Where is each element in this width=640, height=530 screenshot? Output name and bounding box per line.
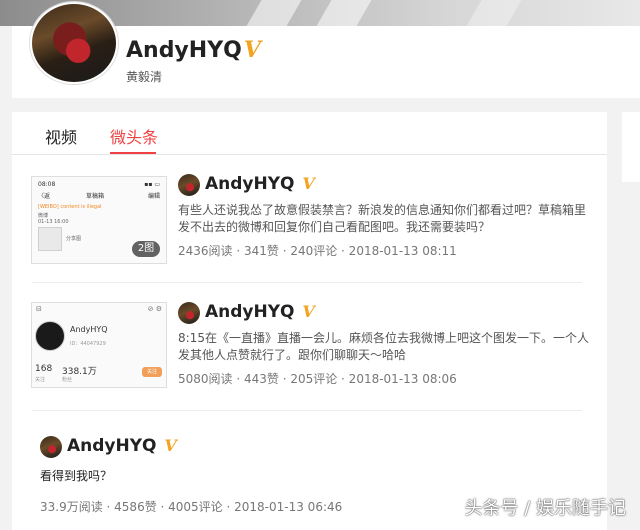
thumb-topbar: ⊟ ⊘ ⚙ <box>36 305 162 315</box>
thumb-stat: 168 <box>35 364 53 374</box>
author-avatar[interactable] <box>178 174 200 196</box>
signal-battery-icon: ▪▪ ▭ <box>144 181 160 188</box>
banner-decoration <box>232 0 308 26</box>
post-meta: 2436阅读 · 341赞 · 240评论 · 2018-01-13 08:11 <box>178 244 457 258</box>
thumb-statusbar: 08:08 ▪▪ ▭ <box>38 181 160 188</box>
author-name[interactable]: AndyHYQ V <box>67 436 177 456</box>
tab-bar: 视频 微头条 <box>12 112 607 155</box>
profile-avatar[interactable] <box>30 2 118 84</box>
post-text[interactable]: 有些人还说我怂了故意假装禁言？新浪发的信息通知你们都看过吧？草稿箱里发不出去的微… <box>178 202 593 236</box>
post-meta: 5080阅读 · 443赞 · 205评论 · 2018-01-13 08:06 <box>178 372 457 386</box>
author-name[interactable]: AndyHYQ V <box>205 174 315 194</box>
feed-post[interactable]: 08:08 ▪▪ ▭ 〈返 草稿箱 编辑 [WEIBO] content is … <box>12 170 592 268</box>
side-panel <box>622 112 640 182</box>
thumb-nav: 〈返 草稿箱 编辑 <box>32 191 166 203</box>
banner-decoration <box>452 0 528 26</box>
verified-icon: V <box>302 174 315 193</box>
thumb-title: 草稿箱 <box>86 193 105 200</box>
tab-video[interactable]: 视频 <box>45 124 77 148</box>
banner-decoration <box>302 0 378 26</box>
thumb-avatar <box>35 321 65 351</box>
post-text[interactable]: 8:15在《一直播》直播一会儿。麻烦各位去我微博上吧这个图发一下。一个人发其他人… <box>178 330 593 364</box>
feed-card: 视频 微头条 08:08 ▪▪ ▭ 〈返 草稿箱 编辑 [WEIBO] cont… <box>12 112 607 530</box>
thumb-follow-button: 关注 <box>142 367 162 377</box>
post-divider <box>32 410 582 411</box>
post-thumbnail[interactable]: 08:08 ▪▪ ▭ 〈返 草稿箱 编辑 [WEIBO] content is … <box>31 176 167 264</box>
tab-weitoutiao[interactable]: 微头条 <box>110 124 158 148</box>
author-avatar[interactable] <box>178 302 200 324</box>
thumb-time: 08:08 <box>38 181 56 188</box>
post-divider <box>32 282 582 283</box>
thumb-line: 01-13 16:00 <box>38 219 69 225</box>
post-meta: 33.9万阅读 · 4586赞 · 4005评论 · 2018-01-13 06… <box>40 500 343 514</box>
profile-name: AndyHYQV <box>126 37 261 63</box>
profile-real-name: 黄毅清 <box>126 70 163 84</box>
post-text[interactable]: 看得到我吗？ <box>40 468 455 485</box>
settings-icon: ⊘ ⚙ <box>147 305 162 313</box>
thumb-edit: 编辑 <box>147 193 160 200</box>
thumb-id: ID：44047929 <box>70 341 106 347</box>
verified-icon: V <box>243 37 261 63</box>
scan-icon: ⊟ <box>36 305 42 313</box>
author-name-text: AndyHYQ <box>205 174 295 194</box>
thumb-share: 分享图 <box>66 236 82 242</box>
thumb-back: 〈返 <box>38 193 51 200</box>
verified-icon: V <box>302 302 315 321</box>
thumb-stat-label: 关注 <box>35 377 46 383</box>
thumb-name: AndyHYQ <box>70 325 108 334</box>
thumb-notice: [WEIBO] content is illegal <box>38 204 102 210</box>
post-thumbnail[interactable]: ⊟ ⊘ ⚙ AndyHYQ ID：44047929 168 338.1万 关注 … <box>31 302 167 388</box>
thumb-line: 微博 <box>38 213 49 219</box>
profile-name-text: AndyHYQ <box>126 38 242 63</box>
author-name[interactable]: AndyHYQ V <box>205 302 315 322</box>
author-name-text: AndyHYQ <box>67 436 157 456</box>
image-count-badge: 2图 <box>132 241 160 257</box>
active-tab-indicator <box>110 152 156 154</box>
watermark: 头条号 / 娱乐随手记 <box>464 498 626 519</box>
verified-icon: V <box>164 436 177 455</box>
thumb-image-placeholder <box>38 227 62 251</box>
author-name-text: AndyHYQ <box>205 302 295 322</box>
author-avatar[interactable] <box>40 436 62 458</box>
feed-post[interactable]: ⊟ ⊘ ⚙ AndyHYQ ID：44047929 168 338.1万 关注 … <box>12 298 592 404</box>
thumb-stat-label: 粉丝 <box>62 377 73 383</box>
